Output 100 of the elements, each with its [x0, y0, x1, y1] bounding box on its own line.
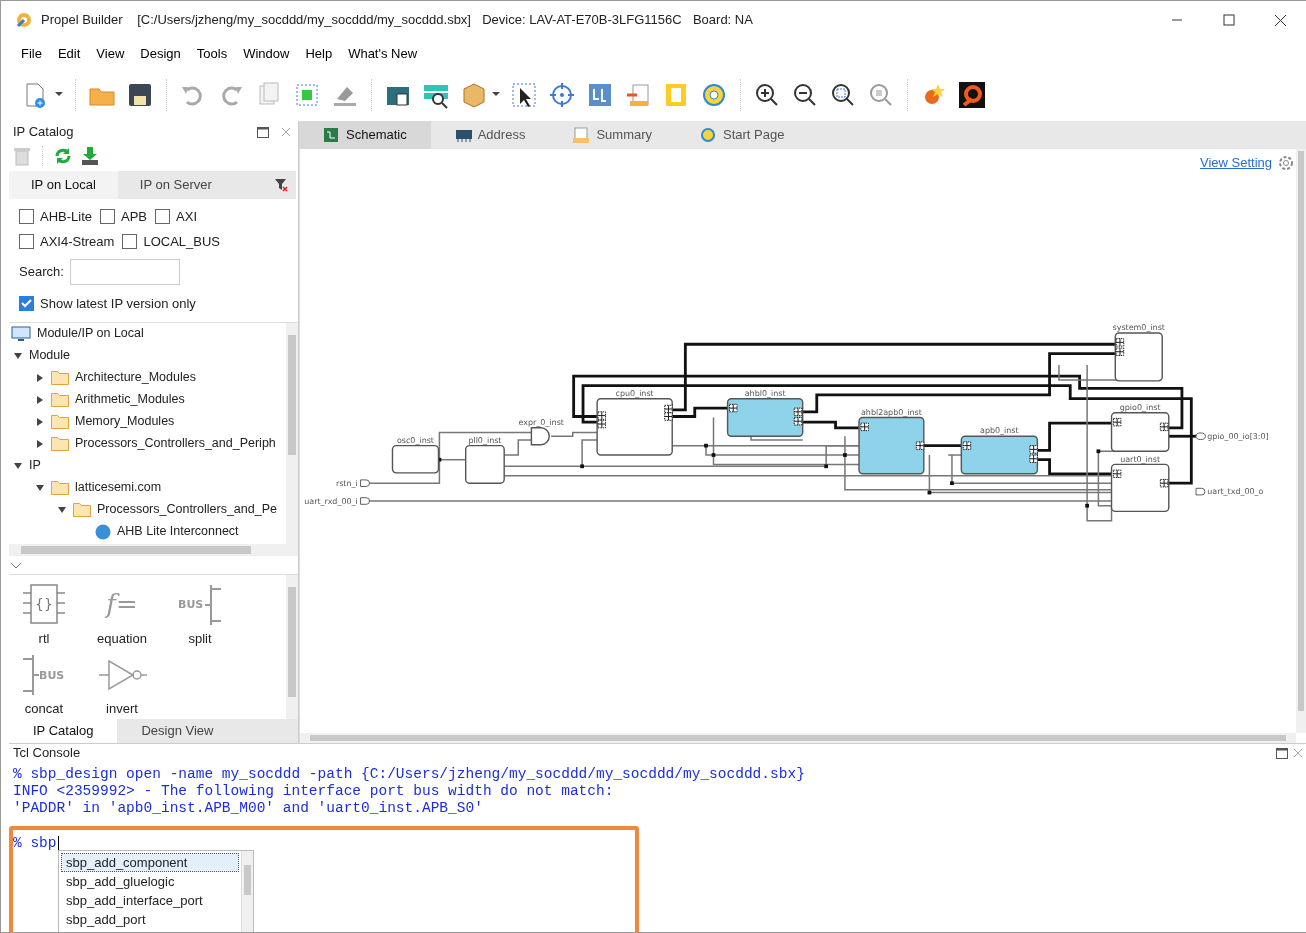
menu-item[interactable]: Edit [49, 42, 89, 66]
inout-port-icon[interactable] [1195, 432, 1206, 440]
instance-block[interactable] [726, 398, 804, 437]
console-input[interactable]: % sbp [9, 835, 58, 852]
autocomplete-list[interactable]: sbp_add_component sbp_add_gluelogic sbp_add_interface_port sbp_add_port [58, 850, 254, 932]
checkbox[interactable] [19, 233, 34, 249]
refresh-icon[interactable] [53, 146, 73, 166]
collapsed-caret-icon[interactable] [36, 373, 44, 382]
expanded-caret-icon[interactable] [14, 461, 22, 470]
scrollbar-thumb[interactable] [1298, 151, 1304, 711]
scrollbar-thumb[interactable] [288, 586, 296, 697]
tree-item[interactable]: IP [29, 456, 41, 475]
tree-item[interactable]: Processors_Controllers_and_Pe [97, 500, 277, 519]
search-field[interactable] [70, 259, 181, 285]
instance-block[interactable] [858, 416, 925, 475]
checkbox[interactable] [19, 296, 34, 312]
check-icon [21, 299, 32, 309]
scrollbar-thumb[interactable] [244, 865, 251, 895]
menu-item[interactable]: Design [132, 42, 189, 66]
collapsed-caret-icon[interactable] [36, 417, 44, 426]
memory-icon [454, 127, 472, 143]
checkbox[interactable] [19, 209, 34, 225]
and-gate[interactable] [530, 427, 550, 446]
save-icon[interactable] [126, 81, 154, 109]
component-label[interactable]: invert [106, 698, 138, 718]
device-label: Device: LAV-AT-E70B-3LFG1156C [482, 11, 682, 30]
console-line: % sbp_design open -name my_socddd -path {C:/Users/jzheng/my_socddd/my_socddd/my_socddd.sbx} [12, 766, 806, 783]
instance-block[interactable] [1110, 463, 1170, 513]
filter-clear-icon[interactable] [273, 178, 288, 192]
settings-icon[interactable] [1278, 154, 1294, 171]
chevron-icon[interactable] [11, 562, 21, 571]
instance-block[interactable] [465, 444, 505, 484]
autocomplete-item[interactable]: sbp_add_component [61, 853, 239, 872]
checkbox-label: LOCAL_BUS [143, 232, 220, 251]
tab[interactable]: Schematic [299, 121, 431, 149]
maximize-icon[interactable] [257, 126, 269, 138]
component-label[interactable]: split [188, 628, 212, 648]
checkbox[interactable] [122, 233, 138, 249]
chart-icon[interactable] [586, 81, 614, 109]
download-icon[interactable] [79, 146, 100, 166]
scrollbar-thumb[interactable] [310, 735, 1286, 741]
menu-item[interactable]: View [88, 42, 133, 66]
component-label[interactable]: concat [24, 698, 64, 718]
crosshair-icon[interactable] [548, 81, 576, 109]
instance-block[interactable] [1114, 332, 1163, 382]
autocomplete-item[interactable]: sbp_add_port [61, 910, 239, 929]
menu-item[interactable]: Tools [188, 42, 236, 66]
checkbox[interactable] [155, 209, 171, 225]
q-logo-icon[interactable] [958, 81, 986, 109]
collapsed-caret-icon[interactable] [36, 439, 44, 448]
maximize-icon[interactable] [1275, 747, 1288, 759]
instance-block[interactable] [596, 398, 673, 456]
checkbox-label: AXI [176, 208, 197, 226]
tree-item[interactable]: Memory_Modules [75, 412, 175, 431]
import-icon[interactable] [624, 81, 652, 109]
instance-block[interactable] [391, 444, 440, 474]
console-line: INFO <2359992> - The following interface port bus width do not match: [12, 783, 615, 800]
tree-item[interactable]: Processors_Controllers_and_Periph [75, 434, 276, 453]
menu-item[interactable]: What's New [340, 42, 426, 66]
component-label[interactable]: rtl [38, 628, 50, 648]
file-path: [C:/Users/jzheng/my_socddd/my_socddd/my_socddd.sbx] [137, 11, 471, 30]
menu-item[interactable]: File [13, 42, 50, 66]
close-icon[interactable] [1273, 13, 1287, 27]
checkbox[interactable] [100, 209, 116, 225]
tab[interactable]: IP on Local [9, 171, 118, 199]
instance-block[interactable] [1110, 412, 1170, 452]
tree-item[interactable]: AHB Lite Interconnect [117, 522, 239, 541]
component-label[interactable]: equation [97, 628, 147, 648]
tree-item[interactable]: Module [29, 346, 70, 365]
expanded-caret-icon[interactable] [36, 483, 44, 492]
collapsed-caret-icon[interactable] [36, 395, 44, 404]
monitor-icon [11, 325, 31, 342]
wire [550, 431, 598, 437]
expanded-caret-icon[interactable] [58, 505, 66, 514]
schematic-icon [323, 127, 340, 143]
menu-item[interactable]: Window [235, 42, 298, 66]
console-line: 'PADDR' in 'apb0_inst.APB_M00' and 'uart0_inst.APB_S0' [12, 800, 484, 817]
checkbox-label: AXI4-Stream [40, 232, 115, 251]
tree-item[interactable]: Arithmetic_Modules [75, 390, 185, 409]
document-icon [573, 127, 591, 143]
ip-icon [95, 523, 111, 540]
tree-item[interactable]: Architecture_Modules [75, 368, 196, 387]
folder-icon [51, 480, 69, 495]
menu-item[interactable]: Help [297, 42, 341, 66]
tab[interactable]: IP Catalog [9, 719, 118, 743]
pointer-icon[interactable] [510, 81, 538, 109]
autocomplete-item[interactable]: sbp_add_gluelogic [61, 872, 239, 891]
instance-block[interactable] [960, 435, 1039, 475]
folder-icon [51, 370, 69, 385]
output-port-icon[interactable] [1195, 487, 1206, 496]
gear-icon[interactable] [700, 81, 728, 109]
scrollbar-thumb[interactable] [21, 545, 251, 554]
expanded-caret-icon[interactable] [14, 351, 22, 360]
scrollbar-thumb[interactable] [288, 334, 296, 455]
view-setting-link[interactable]: View Setting [1199, 153, 1272, 173]
tree-item[interactable]: latticesemi.com [75, 478, 162, 497]
panel-title: IP Catalog [13, 123, 74, 142]
board-label: Board: NA [692, 11, 753, 30]
autocomplete-item[interactable]: sbp_add_interface_port [61, 891, 239, 910]
panel-title: Tcl Console [13, 744, 81, 763]
